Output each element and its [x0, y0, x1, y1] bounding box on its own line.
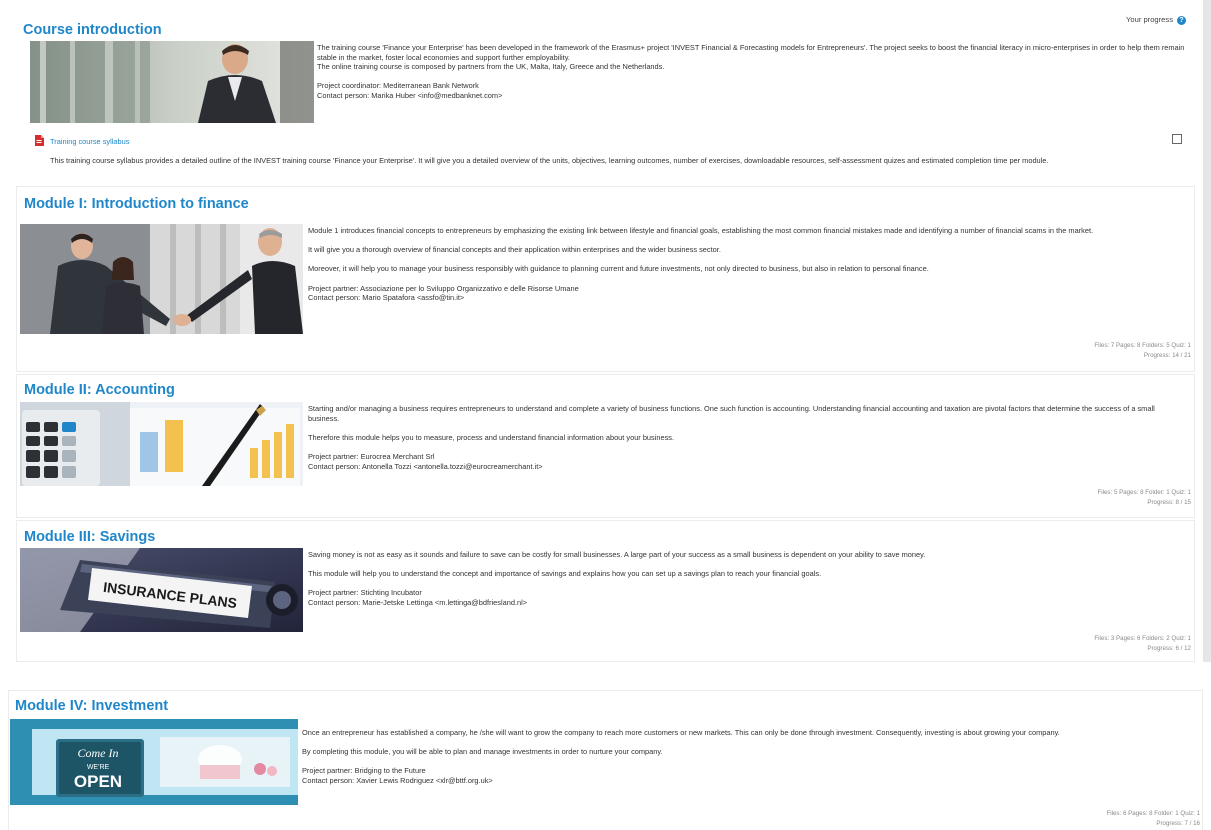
module-paragraph: Therefore this module helps you to measu…	[308, 432, 675, 442]
contact-person: Contact person: Marie-Jetske Lettinga <m…	[308, 597, 528, 607]
module-title[interactable]: Module IV: Investment	[15, 698, 168, 714]
were-sign-text: WE'RE	[87, 764, 110, 771]
intro-paragraph: The training course 'Finance your Enterp…	[317, 43, 1185, 62]
module-paragraph: Module 1 introduces financial concepts t…	[308, 226, 1094, 235]
module-stats: Files: 7 Pages: 8 Folders: 5 Quiz: 1 Pro…	[990, 341, 1191, 361]
module-4-image: Come In WE'RE OPEN	[10, 719, 298, 805]
module-1-image	[20, 224, 303, 334]
module-progress: Progress: 8 / 15	[1147, 499, 1191, 506]
pdf-icon	[34, 133, 44, 151]
intro-description: The training course 'Finance your Enterp…	[317, 43, 1193, 101]
scrollbar[interactable]	[1203, 0, 1211, 662]
module-2-image	[20, 402, 303, 486]
module-paragraph: This module will help you to understand …	[308, 569, 822, 579]
module-3-image: INSURANCE PLANS	[20, 548, 303, 632]
completion-checkbox[interactable]	[1172, 134, 1182, 144]
module-resource-counts: Files: 5 Pages: 8 Folder: 1 Quiz: 1	[1097, 489, 1191, 496]
module-progress: Progress: 14 / 21	[1143, 352, 1191, 359]
module-title[interactable]: Module III: Savings	[24, 529, 155, 545]
module-stats: Files: 6 Pages: 8 Folder: 1 Quiz: 1 Prog…	[990, 809, 1200, 829]
help-icon[interactable]: ?	[1177, 15, 1186, 25]
module-paragraph: By completing this module, you will be a…	[302, 747, 663, 757]
module-description: Saving money is not as easy as it sounds…	[308, 550, 1183, 608]
contact-person: Contact person: Xavier Lewis Rodriguez <…	[302, 775, 493, 785]
intro-image	[30, 41, 314, 123]
module-title[interactable]: Module II: Accounting	[24, 382, 175, 398]
module-progress: Progress: 7 / 16	[1156, 820, 1200, 827]
contact-person: Contact person: Marika Huber <info@medba…	[317, 90, 503, 100]
syllabus-description: This training course syllabus provides a…	[50, 156, 1049, 165]
project-partner: Project partner: Eurocrea Merchant Srl	[308, 451, 435, 461]
module-paragraph: Starting and/or managing a business requ…	[308, 404, 1155, 423]
project-partner: Project partner: Stichting Incubator	[308, 588, 422, 598]
module-resource-counts: Files: 6 Pages: 8 Folder: 1 Quiz: 1	[1106, 810, 1200, 817]
come-in-sign-text: Come In	[78, 746, 119, 760]
module-paragraph: Once an entrepreneur has established a c…	[302, 728, 1060, 737]
module-stats: Files: 5 Pages: 8 Folder: 1 Quiz: 1 Prog…	[990, 488, 1191, 508]
module-paragraph: It will give you a thorough overview of …	[308, 245, 721, 255]
project-coordinator: Project coordinator: Mediterranean Bank …	[317, 81, 479, 91]
training-course-syllabus-link[interactable]: Training course syllabus	[50, 137, 129, 146]
module-paragraph: Moreover, it will help you to manage you…	[308, 264, 929, 274]
intro-paragraph: The online training course is composed b…	[317, 62, 665, 72]
open-sign-text: OPEN	[74, 772, 122, 791]
module-paragraph: Saving money is not as easy as it sounds…	[308, 550, 926, 559]
module-description: Module 1 introduces financial concepts t…	[308, 226, 1188, 303]
module-progress: Progress: 6 / 12	[1147, 645, 1191, 652]
project-partner: Project partner: Bridging to the Future	[302, 766, 426, 776]
your-progress-label: Your progress?	[1126, 15, 1186, 25]
module-description: Once an entrepreneur has established a c…	[302, 728, 1192, 786]
your-progress-text: Your progress	[1126, 15, 1173, 24]
contact-person: Contact person: Mario Spatafora <assfo@t…	[308, 293, 465, 303]
contact-person: Contact person: Antonella Tozzi <antonel…	[308, 461, 543, 471]
module-resource-counts: Files: 3 Pages: 6 Folders: 2 Quiz: 1	[1094, 635, 1191, 642]
module-resource-counts: Files: 7 Pages: 8 Folders: 5 Quiz: 1	[1094, 342, 1191, 349]
section-title: Course introduction	[23, 22, 162, 38]
project-partner: Project partner: Associazione per lo Svi…	[308, 283, 579, 293]
module-title[interactable]: Module I: Introduction to finance	[24, 196, 249, 212]
module-stats: Files: 3 Pages: 6 Folders: 2 Quiz: 1 Pro…	[990, 634, 1191, 654]
module-description: Starting and/or managing a business requ…	[308, 404, 1183, 471]
